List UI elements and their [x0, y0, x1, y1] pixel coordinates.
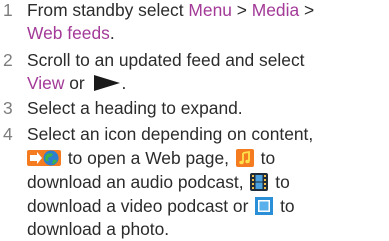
step-text: Select a heading to expand.: [27, 98, 243, 118]
step-text: Select an icon depending on content,: [27, 124, 314, 144]
step-text: to: [275, 196, 295, 216]
step-number: 4: [3, 124, 13, 144]
separator: >: [231, 0, 252, 20]
step-text: From standby select: [27, 0, 189, 20]
menu-link[interactable]: Menu: [188, 0, 232, 20]
instructions-list: 1 From standby select Menu > Media > Web…: [0, 0, 389, 241]
separator: >: [299, 0, 315, 20]
audio-podcast-icon: [235, 149, 254, 167]
step-text: to: [270, 172, 290, 192]
step-text: .: [109, 23, 115, 43]
web-feeds-link[interactable]: Web feeds: [27, 23, 110, 43]
step-text: download an audio podcast,: [27, 172, 249, 192]
web-page-icon: [27, 148, 61, 168]
step-text: to: [255, 148, 276, 168]
video-podcast-icon: [250, 173, 269, 191]
photo-icon: [255, 197, 274, 215]
step-number: 2: [3, 50, 13, 70]
step-text: download a photo.: [27, 219, 170, 239]
view-link[interactable]: View: [27, 73, 64, 93]
step-text: .: [121, 73, 127, 93]
step-text: or: [64, 73, 90, 93]
step-text: Scroll to an updated feed and select: [27, 50, 305, 70]
step-number: 3: [3, 98, 13, 118]
step-number: 1: [3, 0, 13, 20]
media-link[interactable]: Media: [252, 0, 299, 20]
step-text: to open a Web page,: [63, 148, 234, 168]
step-text: download a video podcast or: [27, 196, 254, 216]
play-arrow-icon: [93, 75, 120, 91]
